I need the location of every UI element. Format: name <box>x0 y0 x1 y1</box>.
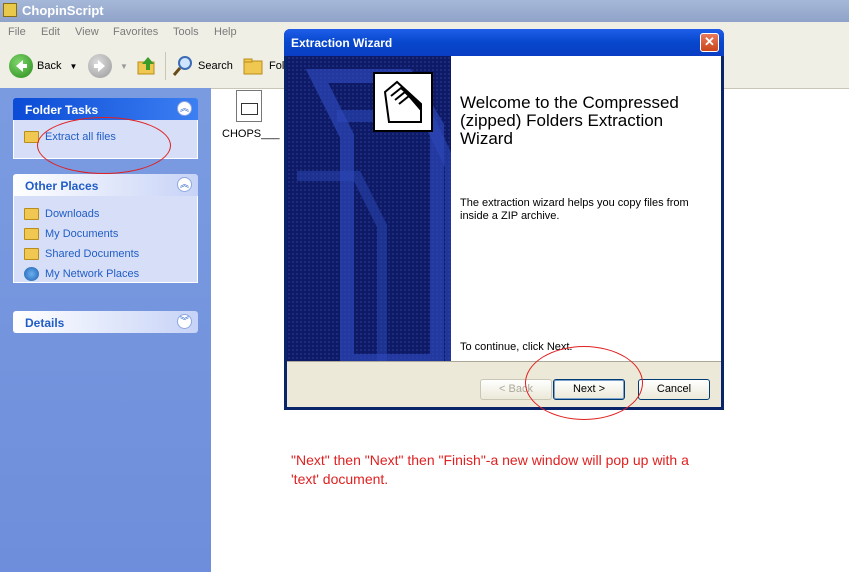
place-my-documents[interactable]: My Documents <box>24 226 118 242</box>
other-places-panel: Other Places ︽ Downloads My Documents Sh… <box>13 174 198 283</box>
expand-icon[interactable]: ︾ <box>177 314 192 329</box>
file-name[interactable]: CHOPS___ <box>222 128 279 140</box>
dialog-title: Extraction Wizard <box>291 36 393 50</box>
back-button[interactable]: Back ▼ <box>9 54 77 78</box>
place-my-network-places[interactable]: My Network Places <box>24 266 139 282</box>
place-label: My Documents <box>45 228 119 240</box>
dialog-title-bar[interactable]: Extraction Wizard ✕ <box>284 29 724 56</box>
folders-button[interactable]: Fol <box>243 54 284 78</box>
menu-tools[interactable]: Tools <box>173 26 199 38</box>
details-header[interactable]: Details ︾ <box>13 311 198 333</box>
folder-tasks-title: Folder Tasks <box>25 103 99 117</box>
place-shared-documents[interactable]: Shared Documents <box>24 246 139 262</box>
search-button[interactable]: Search <box>171 54 233 78</box>
place-label: Shared Documents <box>45 248 140 260</box>
menu-view[interactable]: View <box>75 26 99 38</box>
back-arrow-icon <box>9 54 33 78</box>
search-label: Search <box>198 60 233 72</box>
wizard-intro-text: The extraction wizard helps you copy fil… <box>460 197 689 222</box>
extraction-wizard-dialog: Extraction Wizard ✕ Welcome to the Compr… <box>284 29 724 410</box>
forward-dropdown-icon[interactable]: ▼ <box>120 62 128 71</box>
folder-zip-icon <box>3 3 17 17</box>
annotation-circle-extract <box>37 117 171 174</box>
collapse-icon[interactable]: ︽ <box>177 101 192 116</box>
forward-button[interactable]: ▼ <box>88 54 128 78</box>
up-folder-icon <box>137 57 155 75</box>
folder-icon <box>24 208 39 220</box>
menu-favorites[interactable]: Favorites <box>113 26 158 38</box>
search-icon <box>172 56 192 76</box>
place-label: My Network Places <box>45 268 140 280</box>
folders-icon <box>243 58 263 75</box>
shared-folder-icon <box>24 248 39 260</box>
menu-file[interactable]: File <box>8 26 26 38</box>
collapse-icon[interactable]: ︽ <box>177 177 192 192</box>
up-folder-button[interactable] <box>136 54 158 78</box>
cancel-button[interactable]: Cancel <box>638 379 710 400</box>
annotation-circle-next <box>525 346 643 420</box>
other-places-title: Other Places <box>25 179 99 193</box>
menu-edit[interactable]: Edit <box>41 26 60 38</box>
dialog-button-bar: < Back Next > Cancel <box>287 361 721 408</box>
folders-label: Fol <box>269 60 285 72</box>
text-file-icon[interactable] <box>236 90 262 122</box>
network-globe-icon <box>24 267 39 281</box>
menu-help[interactable]: Help <box>214 26 237 38</box>
back-dropdown-icon[interactable]: ▼ <box>69 62 77 71</box>
window-title: ChopinScript <box>22 3 104 18</box>
annotation-text: "Next" then "Next" then "Finish"-a new w… <box>291 452 689 487</box>
my-documents-icon <box>24 228 39 240</box>
forward-arrow-icon <box>88 54 112 78</box>
place-label: Downloads <box>45 208 100 220</box>
place-downloads[interactable]: Downloads <box>24 206 99 222</box>
window-title-bar[interactable]: ChopinScript <box>0 0 849 22</box>
back-label: Back <box>37 60 62 72</box>
close-icon[interactable]: ✕ <box>700 33 719 52</box>
details-title: Details <box>25 316 65 330</box>
wizard-heading: Welcome to the Compressed (zipped) Folde… <box>460 93 679 148</box>
other-places-header[interactable]: Other Places ︽ <box>13 174 198 196</box>
details-panel: Details ︾ <box>13 311 198 333</box>
compressed-folders-icon <box>373 72 433 132</box>
